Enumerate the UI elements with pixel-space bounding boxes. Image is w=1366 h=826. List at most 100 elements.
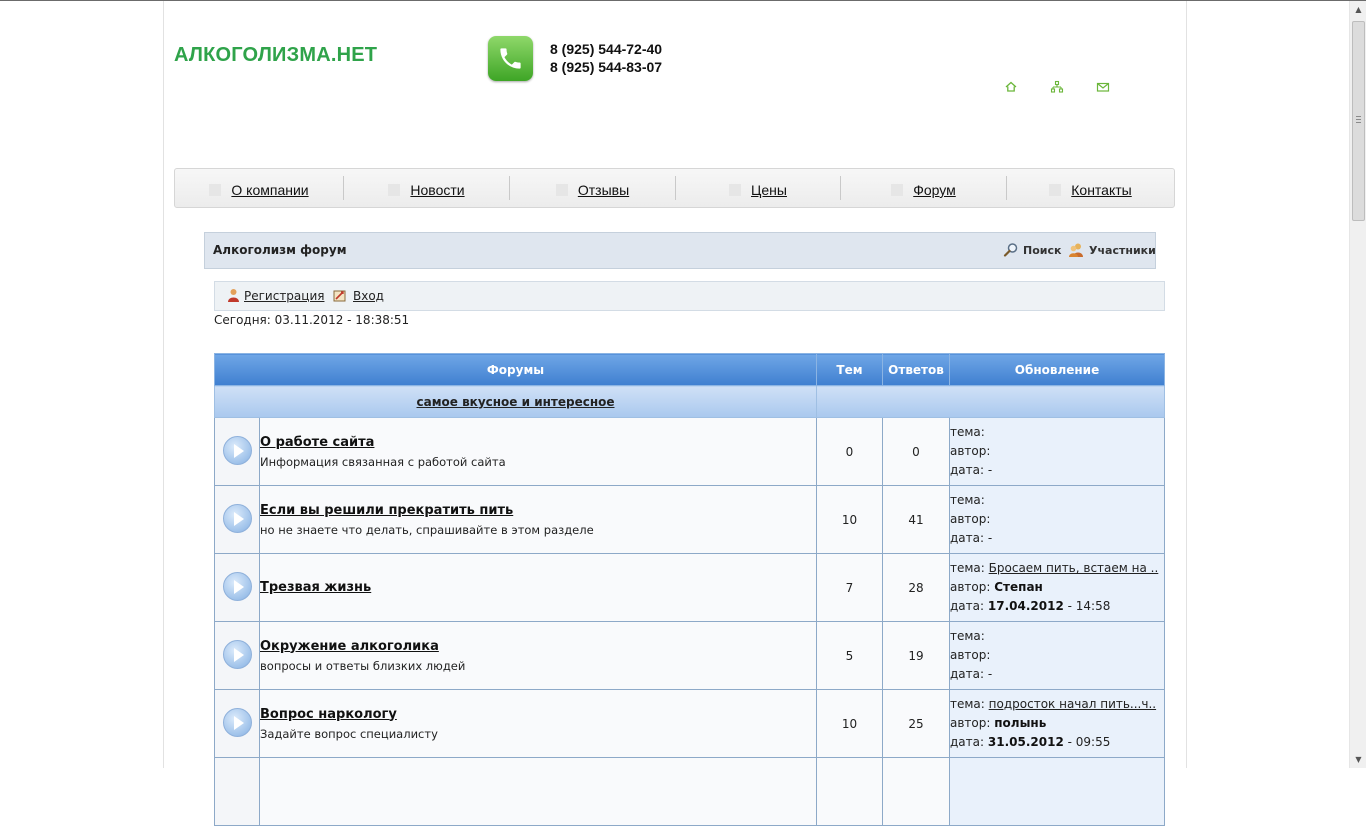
category-row: самое вкусное и интересное xyxy=(214,385,1165,418)
forum-description: Информация связанная с работой сайта xyxy=(260,454,506,469)
nav-bullet-icon xyxy=(1049,184,1062,196)
register-icon[interactable] xyxy=(226,288,241,303)
forum-row: Окружение алкоголика вопросы и ответы бл… xyxy=(214,621,1165,690)
forum-replies-count: 25 xyxy=(882,689,950,758)
author-label: автор: xyxy=(950,580,991,594)
forums-table: Форумы Тем Ответов Обновление самое вкус… xyxy=(214,353,1165,826)
search-icon[interactable] xyxy=(1003,242,1019,258)
site-logo[interactable]: АЛКОГОЛИЗМА.НЕТ xyxy=(174,44,377,67)
nav-link-about[interactable]: О компании xyxy=(231,182,308,198)
forum-description: Задайте вопрос специалисту xyxy=(260,726,438,741)
login-link[interactable]: Вход xyxy=(353,289,384,303)
forum-title: Алкоголизм форум xyxy=(213,243,347,257)
last-topic-link[interactable]: Бросаем пить, встаем на .. xyxy=(989,561,1159,575)
forum-topics-count: 10 xyxy=(816,485,883,554)
forum-arrow-icon[interactable] xyxy=(222,571,252,601)
topic-label: тема: xyxy=(950,493,985,507)
login-icon[interactable] xyxy=(332,288,347,303)
forum-description: вопросы и ответы близких людей xyxy=(260,658,466,673)
last-time: - 09:55 xyxy=(1067,735,1111,749)
forum-last-update: тема: автор: дата: - xyxy=(949,417,1165,486)
forum-last-update: тема: автор: дата: - xyxy=(949,485,1165,554)
date-label: дата: xyxy=(950,531,985,545)
scrollbar-thumb[interactable] xyxy=(1352,21,1365,221)
category-empty-cell xyxy=(816,385,1165,418)
last-author: Степан xyxy=(994,580,1043,594)
author-label: автор: xyxy=(950,444,991,458)
forum-arrow-icon[interactable] xyxy=(222,707,252,737)
forum-row: Если вы решили прекратить пить но не зна… xyxy=(214,485,1165,554)
phone-icon xyxy=(488,36,533,81)
forum-row: О работе сайта Информация связанная с ра… xyxy=(214,417,1165,486)
forum-replies-count: 41 xyxy=(882,485,950,554)
nav-item-about[interactable]: О компании xyxy=(175,169,343,207)
forum-info-cell: Если вы решили прекратить пить но не зна… xyxy=(259,485,817,554)
forum-topics-count: 0 xyxy=(816,417,883,486)
nav-link-reviews[interactable]: Отзывы xyxy=(578,182,629,198)
forum-status-cell xyxy=(214,621,260,690)
forum-row: Трезвая жизнь 7 28 тема: Бросаем пить, в… xyxy=(214,553,1165,622)
nav-bullet-icon xyxy=(555,184,568,196)
col-replies: Ответов xyxy=(882,353,950,386)
forum-replies-count: 0 xyxy=(882,417,950,486)
last-time: - xyxy=(987,531,993,545)
forum-status-cell xyxy=(214,417,260,486)
category-link[interactable]: самое вкусное и интересное xyxy=(417,395,615,409)
nav-item-reviews[interactable]: Отзывы xyxy=(510,169,675,207)
nav-item-news[interactable]: Новости xyxy=(344,169,509,207)
nav-item-contacts[interactable]: Контакты xyxy=(1007,169,1174,207)
thumb-grip xyxy=(1356,119,1361,120)
forum-description: но не знаете что делать, спрашивайте в э… xyxy=(260,522,594,537)
author-label: автор: xyxy=(950,512,991,526)
last-time: - xyxy=(987,667,993,681)
date-label: дата: xyxy=(950,735,985,749)
forum-header-bar: Алкоголизм форум Поиск Участники xyxy=(204,232,1156,269)
topic-label: тема: xyxy=(950,425,985,439)
members-icon[interactable] xyxy=(1068,242,1084,258)
nav-item-forum[interactable]: Форум xyxy=(841,169,1006,207)
mail-icon[interactable] xyxy=(1096,80,1110,94)
forum-replies-count: 28 xyxy=(882,553,950,622)
forum-title-link[interactable]: Окружение алкоголика xyxy=(260,639,816,654)
forum-arrow-icon[interactable] xyxy=(222,639,252,669)
forum-last-update: тема: автор: дата: - xyxy=(949,621,1165,690)
nav-link-contacts[interactable]: Контакты xyxy=(1071,182,1131,198)
last-topic-link[interactable]: подросток начал пить...ч.. xyxy=(989,697,1156,711)
forum-title-link[interactable]: Вопрос наркологу xyxy=(260,707,816,722)
nav-link-news[interactable]: Новости xyxy=(410,182,464,198)
last-time: - xyxy=(987,463,993,477)
scroll-up-arrow-icon[interactable]: ▲ xyxy=(1350,1,1366,18)
forum-arrow-icon[interactable] xyxy=(222,435,252,465)
auth-bar: Регистрация Вход xyxy=(214,281,1165,311)
home-icon[interactable] xyxy=(1004,80,1018,94)
topic-label: тема: xyxy=(950,629,985,643)
date-label: дата: xyxy=(950,463,985,477)
topic-label: тема: xyxy=(950,561,985,575)
last-date: 17.04.2012 xyxy=(987,599,1064,613)
vertical-scrollbar[interactable]: ▲ ▼ xyxy=(1349,1,1366,768)
sitemap-icon[interactable] xyxy=(1050,80,1064,94)
thumb-grip xyxy=(1356,116,1361,117)
forum-status-cell xyxy=(214,485,260,554)
forum-title-link[interactable]: О работе сайта xyxy=(260,435,816,450)
nav-bullet-icon xyxy=(388,184,401,196)
forum-info-cell: О работе сайта Информация связанная с ра… xyxy=(259,417,817,486)
col-topics: Тем xyxy=(816,353,883,386)
last-date: 31.05.2012 xyxy=(987,735,1064,749)
scroll-down-arrow-icon[interactable]: ▼ xyxy=(1350,751,1366,768)
nav-bullet-icon xyxy=(891,184,904,196)
main-nav: О компании Новости Отзывы Цены Форум Кон… xyxy=(174,168,1175,208)
members-link[interactable]: Участники xyxy=(1089,244,1156,257)
forum-topics-count: 10 xyxy=(816,689,883,758)
forum-title-link[interactable]: Трезвая жизнь xyxy=(260,580,816,595)
nav-bullet-icon xyxy=(729,184,742,196)
search-link[interactable]: Поиск xyxy=(1023,244,1061,257)
thumb-grip xyxy=(1356,122,1361,123)
nav-item-prices[interactable]: Цены xyxy=(676,169,840,207)
category-cell: самое вкусное и интересное xyxy=(214,385,817,418)
forum-arrow-icon[interactable] xyxy=(222,503,252,533)
nav-link-prices[interactable]: Цены xyxy=(751,182,787,198)
forum-title-link[interactable]: Если вы решили прекратить пить xyxy=(260,503,816,518)
register-link[interactable]: Регистрация xyxy=(244,289,324,303)
nav-link-forum[interactable]: Форум xyxy=(913,182,956,198)
